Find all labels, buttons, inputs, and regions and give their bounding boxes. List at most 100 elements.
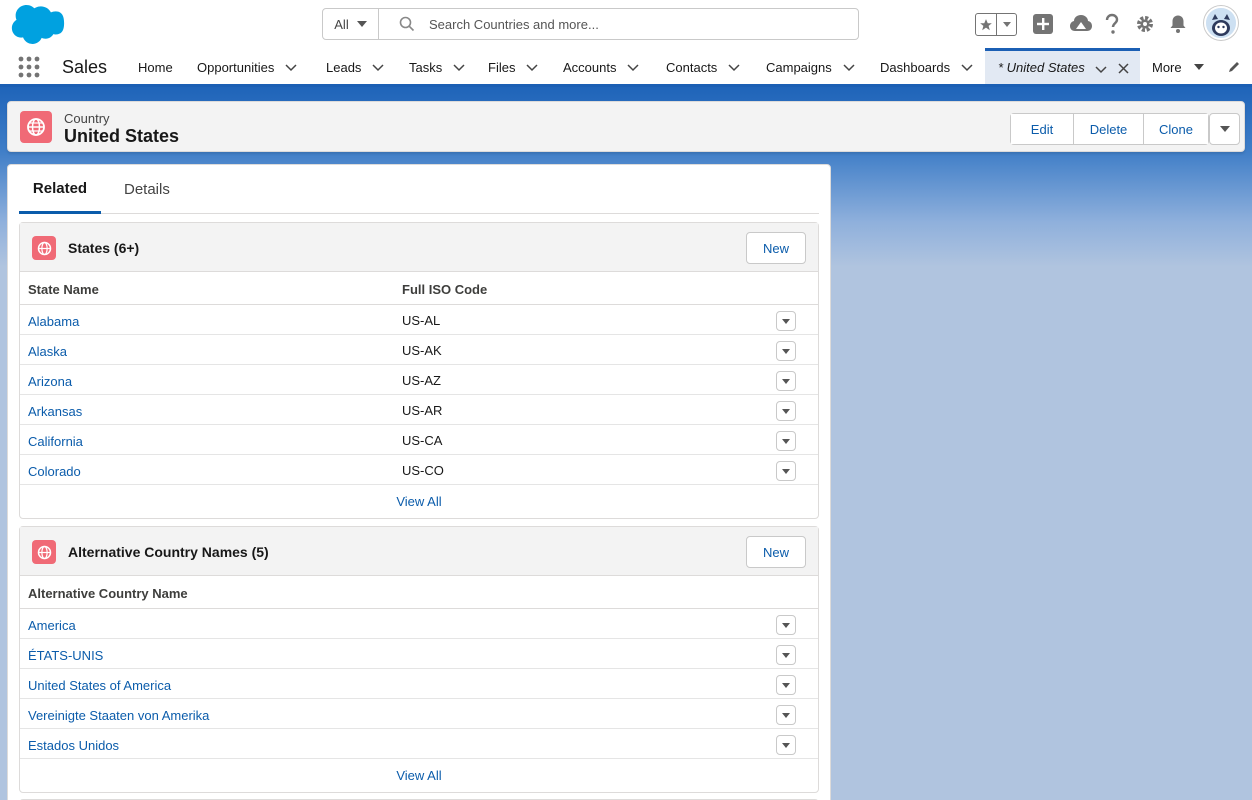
record-header: Country United States Edit Delete Clone xyxy=(7,101,1245,152)
nav-item-leads[interactable]: Leads xyxy=(326,50,384,84)
nav-item-contacts[interactable]: Contacts xyxy=(666,50,740,84)
related-list-title[interactable]: States (6+) xyxy=(68,240,139,256)
country-globe-icon xyxy=(20,111,52,143)
record-tabs: Related Details xyxy=(19,165,819,214)
state-link[interactable]: Alabama xyxy=(28,314,79,329)
column-header-iso-code: Full ISO Code xyxy=(402,282,488,297)
nav-item-dashboards[interactable]: Dashboards xyxy=(880,50,973,84)
favorites-button[interactable] xyxy=(975,13,1017,36)
alt-name-link[interactable]: Vereinigte Staaten von Amerika xyxy=(28,708,209,723)
edit-pencil-icon[interactable] xyxy=(1227,60,1241,74)
row-actions-button[interactable] xyxy=(776,401,796,421)
global-search: All xyxy=(322,8,859,40)
nav-more[interactable]: More xyxy=(1152,50,1204,84)
row-actions-button[interactable] xyxy=(776,311,796,331)
search-input[interactable] xyxy=(429,16,829,32)
tab-label: * United States xyxy=(998,60,1085,75)
nav-item-label: Campaigns xyxy=(766,59,832,75)
chevron-down-icon[interactable] xyxy=(285,61,297,73)
iso-code: US-AR xyxy=(402,403,443,418)
row-actions-button[interactable] xyxy=(776,341,796,361)
user-avatar[interactable] xyxy=(1204,6,1238,40)
alt-name-link[interactable]: Estados Unidos xyxy=(28,738,119,753)
column-header-alt-name: Alternative Country Name xyxy=(28,586,188,601)
clone-button[interactable]: Clone xyxy=(1144,114,1208,144)
alt-name-link[interactable]: ÉTATS-UNIS xyxy=(28,648,103,663)
tab-related[interactable]: Related xyxy=(19,165,101,214)
navigation-bar: Sales Home Opportunities Leads Tasks Fil… xyxy=(0,48,1252,87)
more-actions-button[interactable] xyxy=(1209,113,1240,145)
delete-button[interactable]: Delete xyxy=(1074,114,1144,144)
chevron-down-icon xyxy=(1193,64,1204,70)
alt-names-related-list: Alternative Country Names (5) New Altern… xyxy=(19,526,819,793)
trailhead-icon[interactable] xyxy=(1069,12,1093,36)
table-row: Alaska US-AK xyxy=(20,335,818,365)
search-scope-dropdown[interactable]: All xyxy=(323,9,379,39)
nav-item-home[interactable]: Home xyxy=(138,50,173,84)
state-link[interactable]: Alaska xyxy=(28,344,67,359)
table-row: America xyxy=(20,609,818,639)
view-all-link[interactable]: View All xyxy=(20,485,818,518)
favorites-menu-chevron-icon[interactable] xyxy=(996,14,1016,35)
chevron-down-icon[interactable] xyxy=(453,61,465,73)
notifications-bell-icon[interactable] xyxy=(1166,12,1190,36)
app-name: Sales xyxy=(62,57,108,77)
table-header: State Name Full ISO Code xyxy=(20,272,818,305)
chevron-down-icon[interactable] xyxy=(372,61,384,73)
chevron-down-icon[interactable] xyxy=(728,61,740,73)
close-icon[interactable] xyxy=(1118,63,1129,74)
alt-name-link[interactable]: United States of America xyxy=(28,678,171,693)
row-actions-button[interactable] xyxy=(776,431,796,451)
nav-item-label: Files xyxy=(488,59,516,75)
state-link[interactable]: Arizona xyxy=(28,374,72,389)
state-link[interactable]: Arkansas xyxy=(28,404,82,419)
nav-item-tasks[interactable]: Tasks xyxy=(409,50,465,84)
setup-gear-icon[interactable] xyxy=(1133,12,1157,36)
state-link[interactable]: California xyxy=(28,434,83,449)
new-alt-name-button[interactable]: New xyxy=(746,536,806,568)
main-card: Related Details States (6+) New State Na… xyxy=(7,164,831,800)
state-link[interactable]: Colorado xyxy=(28,464,81,479)
related-list-title[interactable]: Alternative Country Names (5) xyxy=(68,544,269,560)
row-actions-button[interactable] xyxy=(776,705,796,725)
row-actions-button[interactable] xyxy=(776,461,796,481)
country-globe-icon xyxy=(32,540,56,564)
star-icon[interactable] xyxy=(976,14,996,35)
chevron-down-icon[interactable] xyxy=(961,61,973,73)
country-globe-icon xyxy=(32,236,56,260)
nav-item-opportunities[interactable]: Opportunities xyxy=(197,50,297,84)
view-all-link[interactable]: View All xyxy=(20,759,818,792)
alt-name-link[interactable]: America xyxy=(28,618,76,633)
tab-united-states[interactable]: * United States xyxy=(985,48,1140,84)
column-header-state-name: State Name xyxy=(28,282,99,297)
global-create-icon[interactable] xyxy=(1031,12,1055,36)
nav-item-files[interactable]: Files xyxy=(488,50,538,84)
chevron-down-icon xyxy=(356,21,367,27)
row-actions-button[interactable] xyxy=(776,615,796,635)
tab-details[interactable]: Details xyxy=(124,165,170,214)
table-row: Colorado US-CO xyxy=(20,455,818,485)
row-actions-button[interactable] xyxy=(776,645,796,665)
edit-button[interactable]: Edit xyxy=(1011,114,1074,144)
table-row: Arkansas US-AR xyxy=(20,395,818,425)
chevron-down-icon[interactable] xyxy=(1095,63,1107,75)
nav-item-label: Home xyxy=(138,59,173,75)
row-actions-button[interactable] xyxy=(776,371,796,391)
help-icon[interactable] xyxy=(1100,12,1124,36)
nav-more-label: More xyxy=(1152,59,1182,75)
table-row: United States of America xyxy=(20,669,818,699)
nav-item-label: Contacts xyxy=(666,59,718,75)
new-state-button[interactable]: New xyxy=(746,232,806,264)
chevron-down-icon[interactable] xyxy=(627,61,640,73)
chevron-down-icon[interactable] xyxy=(526,61,538,73)
row-actions-button[interactable] xyxy=(776,675,796,695)
nav-item-campaigns[interactable]: Campaigns xyxy=(766,50,855,84)
search-scope-label: All xyxy=(334,16,349,32)
chevron-down-icon[interactable] xyxy=(843,61,855,73)
salesforce-logo-icon[interactable] xyxy=(9,5,67,45)
iso-code: US-AK xyxy=(402,343,442,358)
app-launcher-icon[interactable] xyxy=(18,56,40,78)
nav-item-accounts[interactable]: Accounts xyxy=(563,50,640,84)
row-actions-button[interactable] xyxy=(776,735,796,755)
related-list-header: States (6+) New xyxy=(20,223,818,272)
